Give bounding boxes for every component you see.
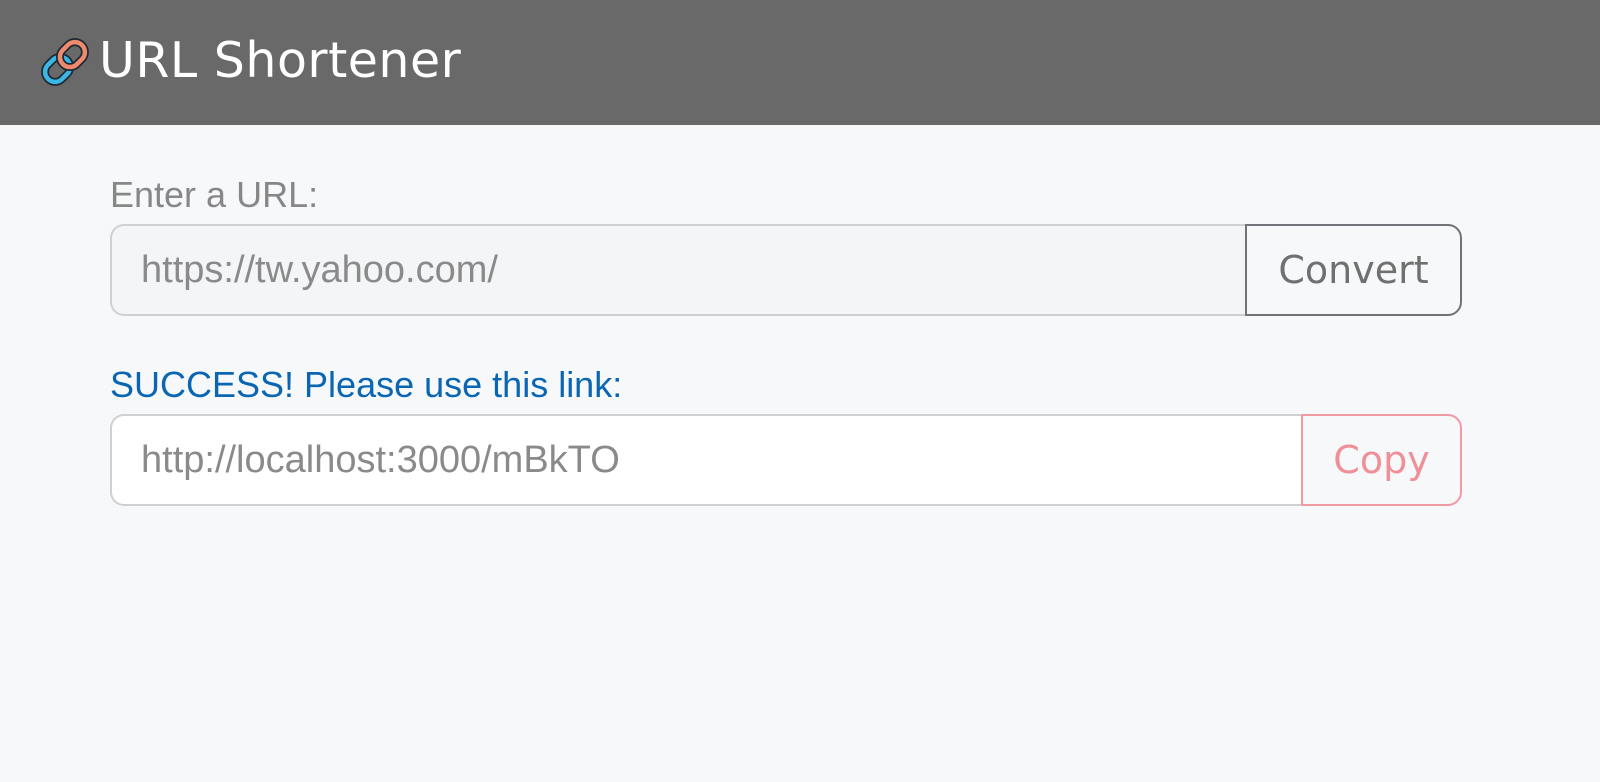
link-icon — [40, 37, 90, 87]
app-header: URL Shortener — [0, 0, 1600, 125]
url-field-label: Enter a URL: — [110, 174, 319, 215]
short-url-field[interactable] — [110, 414, 1301, 506]
app-title: URL Shortener — [99, 32, 462, 89]
success-message: SUCCESS! Please use this link: — [110, 364, 623, 405]
url-input[interactable] — [110, 224, 1245, 316]
url-input-group: Convert — [110, 224, 1462, 316]
copy-button[interactable]: Copy — [1301, 414, 1462, 506]
short-url-input-group: Copy — [110, 414, 1462, 506]
convert-button[interactable]: Convert — [1245, 224, 1462, 316]
